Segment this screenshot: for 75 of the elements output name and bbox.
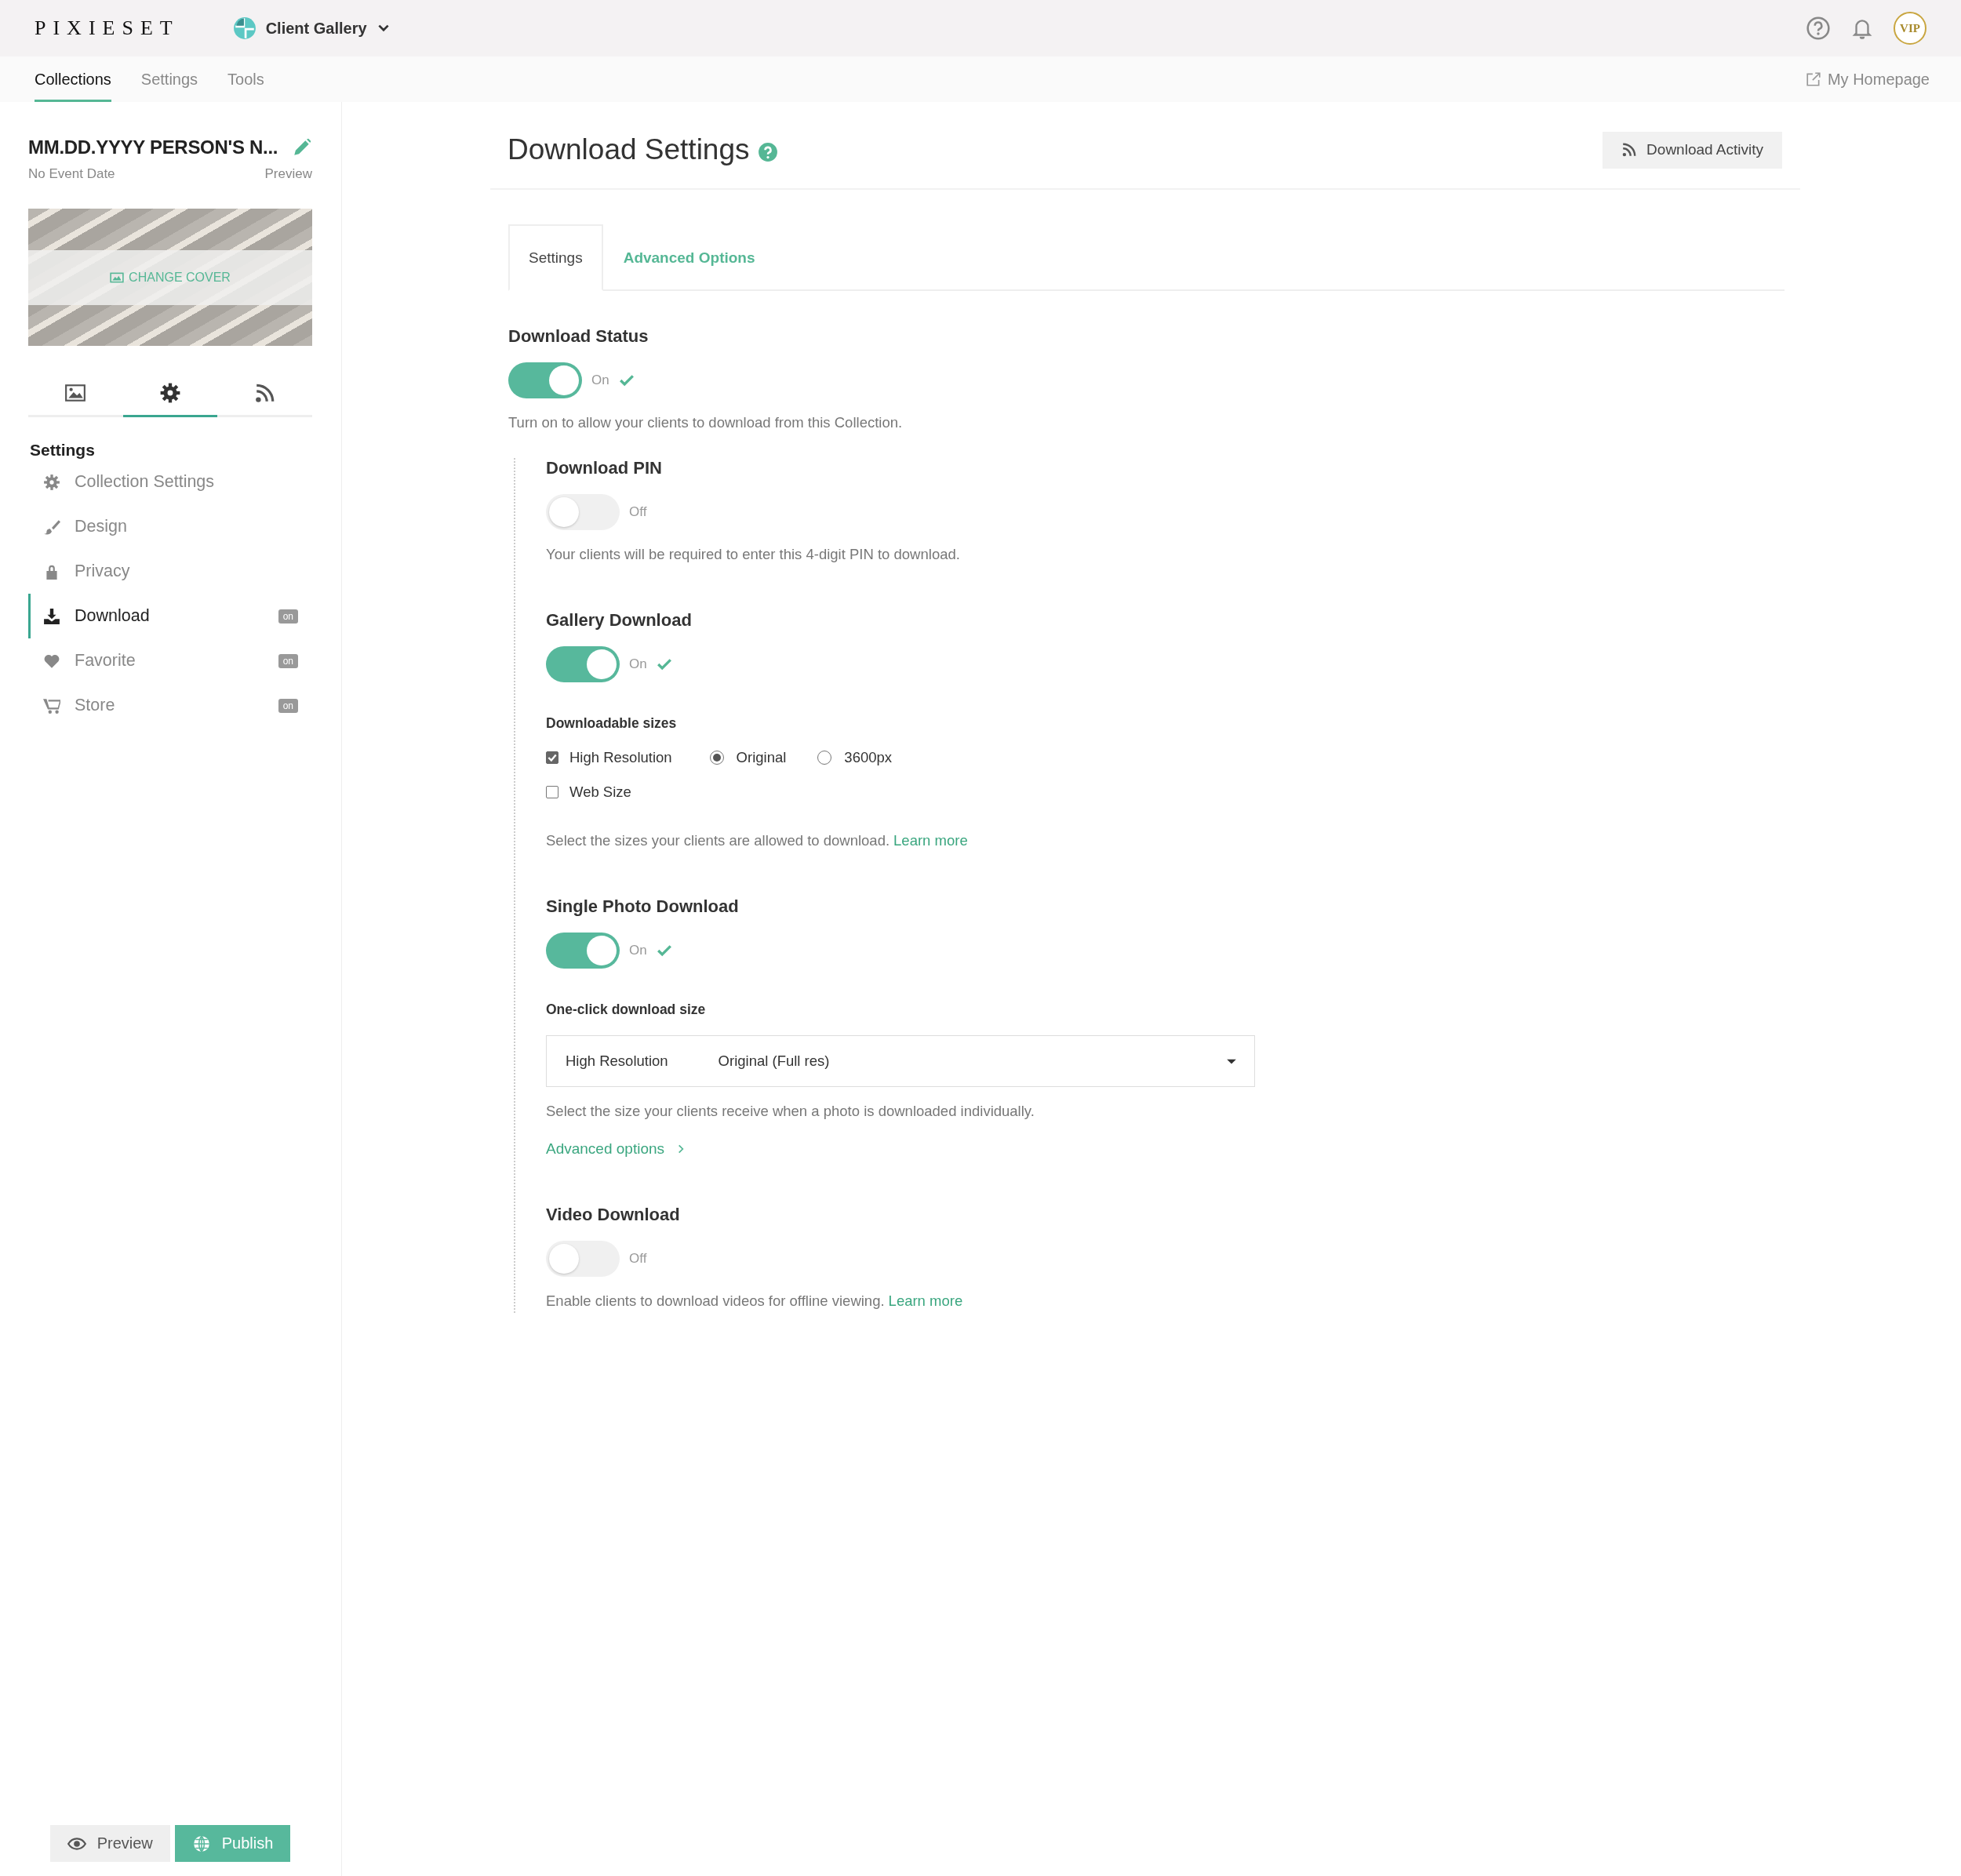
section-title: Download Status <box>508 326 649 347</box>
pencil-icon[interactable] <box>292 137 312 158</box>
subheading: One-click download size <box>546 1002 707 1018</box>
toggle-state: On <box>629 656 647 672</box>
section-title: Single Photo Download <box>546 896 740 917</box>
globe-icon <box>191 1834 211 1853</box>
subheading: Downloadable sizes <box>546 715 678 732</box>
checkbox[interactable] <box>546 786 558 798</box>
collection-title: MM.DD.YYYY PERSON'S N... <box>28 136 278 158</box>
toggle-switch[interactable] <box>546 494 620 530</box>
learn-more-link[interactable]: Learn more <box>893 832 968 849</box>
settings-icon <box>159 382 181 404</box>
status-badge: on <box>278 653 298 668</box>
toggle-switch[interactable] <box>546 1241 620 1277</box>
nav-tab[interactable]: Settings <box>140 56 198 102</box>
toggle-state: On <box>629 943 647 958</box>
hint-text: Enable clients to download videos for offline viewing. <box>546 1292 885 1309</box>
rss-icon <box>1621 142 1638 158</box>
checkmark-icon <box>656 656 672 672</box>
brand-logo[interactable]: PIXIESET <box>35 16 180 40</box>
sidebar-item[interactable]: Privacy <box>28 549 312 594</box>
checkbox-option[interactable]: Web Size <box>546 783 631 801</box>
learn-more-link[interactable]: Learn more <box>888 1292 963 1309</box>
hint-text: Your clients will be required to enter this 4-digit PIN to download. <box>546 546 960 562</box>
hint-text: Select the size your clients receive when a photo is downloaded individually. <box>546 1103 1035 1120</box>
settings-tab[interactable]: Settings <box>508 224 603 291</box>
settings-tab[interactable]: Advanced Options <box>602 224 776 291</box>
external-link-icon <box>1805 71 1821 87</box>
checkmark-icon <box>656 943 672 958</box>
change-cover-button[interactable]: CHANGE COVER <box>107 267 234 288</box>
event-date: No Event Date <box>28 166 115 182</box>
radio-option[interactable]: Original <box>709 749 787 766</box>
my-homepage-link[interactable]: My Homepage <box>1827 70 1930 89</box>
sidebar-item[interactable]: Favorite on <box>28 638 312 683</box>
status-badge: on <box>278 609 298 624</box>
publish-button[interactable]: Publish <box>174 1825 291 1862</box>
rss-icon <box>253 382 276 404</box>
preview-link[interactable]: Preview <box>264 166 312 182</box>
checkbox[interactable] <box>546 751 558 764</box>
nav-tab[interactable]: Collections <box>35 56 111 102</box>
sidebar-item[interactable]: Design <box>28 504 312 549</box>
section-title: Video Download <box>546 1205 681 1225</box>
toggle-state: On <box>591 373 609 388</box>
toggle-switch[interactable] <box>546 646 620 682</box>
app-switcher[interactable]: Client Gallery <box>265 19 367 38</box>
sidebar-item[interactable]: Collection Settings <box>28 460 312 504</box>
gallery-logo-icon <box>232 16 256 40</box>
size-dropdown[interactable]: High Resolution Original (Full res) <box>546 1035 1255 1087</box>
section-title: Gallery Download <box>546 610 693 631</box>
status-badge: on <box>278 698 298 713</box>
toggle-state: Off <box>629 504 647 520</box>
gear-icon <box>43 473 60 491</box>
sidebar-item[interactable]: Store on <box>28 683 312 728</box>
download-activity-button[interactable]: Download Activity <box>1603 131 1782 169</box>
hint-text: Select the sizes your clients are allowed to download. <box>546 832 890 849</box>
sidebar-heading: Settings <box>29 441 96 460</box>
toggle-state: Off <box>629 1251 647 1267</box>
help-icon[interactable] <box>1806 16 1831 41</box>
toggle-switch[interactable] <box>508 362 582 398</box>
advanced-options-link[interactable]: Advanced options <box>546 1140 1785 1158</box>
help-icon[interactable] <box>757 142 778 162</box>
preview-button[interactable]: Preview <box>49 1825 170 1862</box>
download-icon <box>43 607 60 625</box>
hint-text: Turn on to allow your clients to download from this Collection. <box>508 414 904 431</box>
toggle-switch[interactable] <box>546 933 620 969</box>
image-icon <box>64 382 87 404</box>
section-title: Download PIN <box>546 458 663 478</box>
vip-avatar[interactable]: VIP <box>1894 12 1926 45</box>
checkmark-icon <box>618 373 635 388</box>
cart-icon <box>43 696 60 714</box>
radio-option[interactable]: 3600px <box>817 749 893 766</box>
checkbox-option[interactable]: High Resolution <box>546 749 672 766</box>
sidebar-item[interactable]: Download on <box>28 594 312 638</box>
page-title: Download Settings <box>508 133 750 166</box>
nav-tab[interactable]: Tools <box>227 56 264 102</box>
